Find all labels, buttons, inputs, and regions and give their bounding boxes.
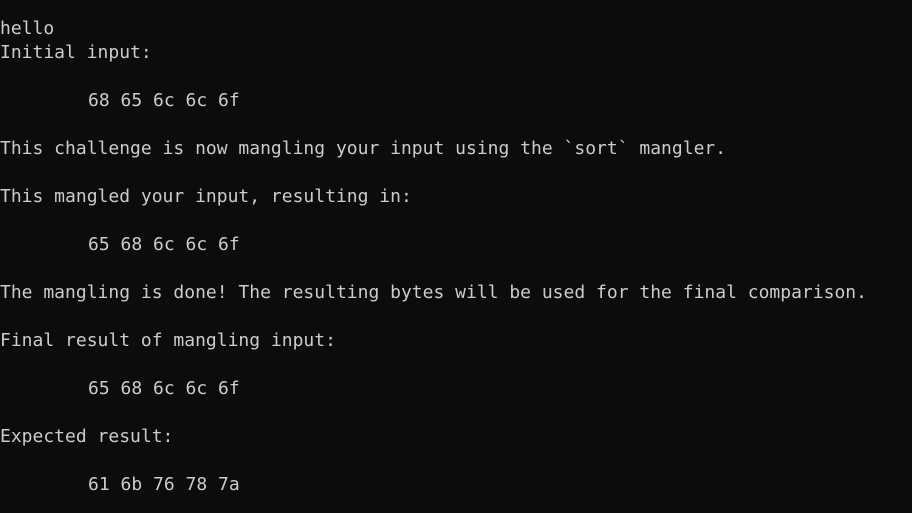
final-result-label: Final result of mangling input:: [0, 330, 336, 351]
mangler-notice: This challenge is now mangling your inpu…: [0, 138, 727, 159]
echo-line: hello: [0, 18, 55, 39]
expected-result-bytes: 61 6b 76 78 7a: [88, 474, 240, 495]
mangled-bytes: 65 68 6c 6c 6f: [88, 234, 240, 255]
terminal-window[interactable]: hello Initial input: 68 65 6c 6c 6f This…: [0, 0, 912, 513]
mangled-label: This mangled your input, resulting in:: [0, 186, 412, 207]
initial-input-bytes: 68 65 6c 6c 6f: [88, 90, 240, 111]
mangling-done-notice: The mangling is done! The resulting byte…: [0, 282, 867, 303]
initial-input-label: Initial input:: [0, 42, 152, 63]
expected-result-label: Expected result:: [0, 426, 174, 447]
final-result-bytes: 65 68 6c 6c 6f: [88, 378, 240, 399]
